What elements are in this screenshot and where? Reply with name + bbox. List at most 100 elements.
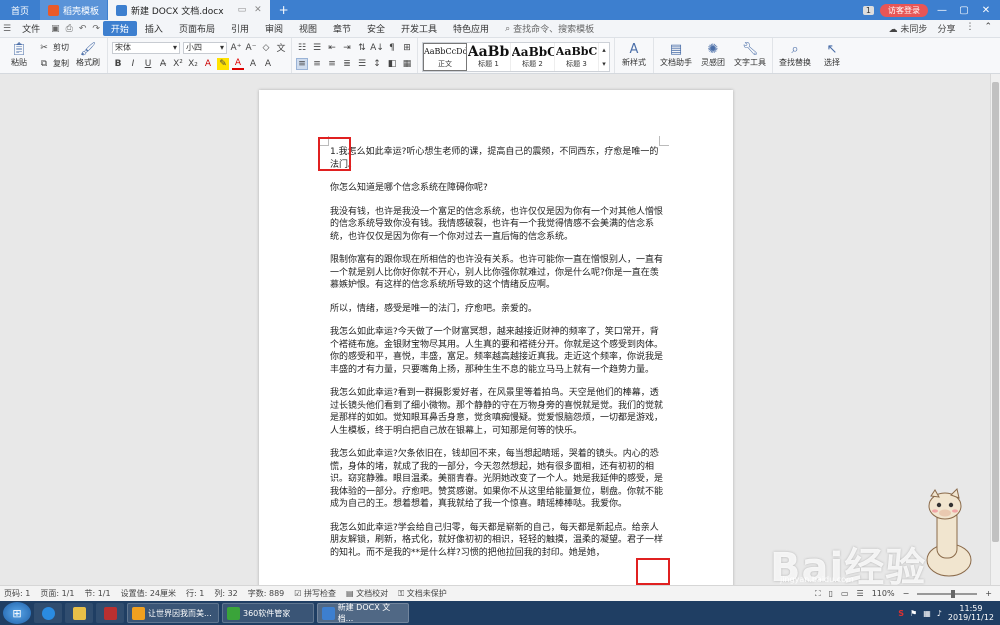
menu-view[interactable]: 视图 <box>291 22 325 35</box>
taskbar-app-wps[interactable]: 新建 DOCX 文档... <box>317 603 409 623</box>
status-page[interactable]: 页码: 1 <box>4 588 30 599</box>
print-icon[interactable]: ⎙ <box>63 24 76 34</box>
vertical-scrollbar[interactable] <box>990 74 1000 585</box>
taskbar-explorer[interactable] <box>65 603 93 623</box>
copy-button[interactable]: ⧉ 复制 <box>38 58 69 70</box>
style-heading-2[interactable]: AaBbC 标题 2 <box>511 43 555 71</box>
superscript-icon[interactable]: X² <box>172 58 184 70</box>
status-words[interactable]: 字数: 889 <box>248 588 285 599</box>
minimize-icon[interactable]: — <box>934 5 950 16</box>
menu-insert[interactable]: 插入 <box>137 22 171 35</box>
reading-mode-icon[interactable]: ⛶ <box>815 589 821 599</box>
inspiration-button[interactable]: ✺ 灵感团 <box>698 43 728 68</box>
undo-icon[interactable]: ↶ <box>76 24 90 34</box>
redo-icon[interactable]: ↷ <box>89 24 103 34</box>
text-tools-button[interactable]: 🔧︎ 文字工具 <box>732 43 768 68</box>
strikethrough-icon[interactable]: A̶ <box>157 58 169 70</box>
subscript-icon[interactable]: X₂ <box>187 58 199 70</box>
paragraph[interactable]: 我怎么如此幸运?看到一群摄影爱好者，在风景里等着拍鸟。天空是他们的棒幕，透过长镜… <box>330 387 663 437</box>
menu-reference[interactable]: 引用 <box>223 22 257 35</box>
char-shading-icon[interactable]: A <box>262 58 274 70</box>
text-effect-icon[interactable]: A <box>202 58 214 70</box>
doc-proof-button[interactable]: ▤ 文档校对 <box>346 588 388 599</box>
save-icon[interactable]: ▣ <box>48 24 63 34</box>
clear-format-icon[interactable]: ◇ <box>260 42 272 54</box>
menu-special[interactable]: 特色应用 <box>445 22 497 35</box>
menu-review[interactable]: 审阅 <box>257 22 291 35</box>
table-icon[interactable]: ⊞ <box>401 42 413 54</box>
tab-document[interactable]: 新建 DOCX 文档.docx ▭ ✕ <box>108 0 271 20</box>
font-size-select[interactable]: 小四 ▾ <box>183 41 227 54</box>
taskbar-ie[interactable] <box>34 603 62 623</box>
taskbar-app-360[interactable]: 360软件管家 <box>222 603 314 623</box>
decrease-indent-icon[interactable]: ⇤ <box>326 42 338 54</box>
style-normal[interactable]: AaBbCcDd 正文 <box>423 43 467 71</box>
paragraph[interactable]: 我怎么如此幸运?欠条依旧在，钱却回不来，每当想起睛瑶，哭着的镜头。内心的恐慌，身… <box>330 448 663 511</box>
font-color-icon[interactable]: A <box>232 58 244 70</box>
paste-button[interactable]: 📋︎ 粘贴 <box>4 43 34 68</box>
align-center-icon[interactable]: ≡ <box>311 58 323 70</box>
style-heading-1[interactable]: AaBb 标题 1 <box>467 43 511 71</box>
borders-icon[interactable]: ▦ <box>401 58 413 70</box>
underline-icon[interactable]: U <box>142 58 154 70</box>
document-body[interactable]: 1.我怎么如此幸运?听心想生老师的课，提高自己的震频，不同西东，疗愈是唯一的法门… <box>330 146 663 570</box>
menu-start[interactable]: 开始 <box>102 21 137 36</box>
menu-file[interactable]: 文件 <box>14 22 48 35</box>
highlight-icon[interactable]: ✎ <box>217 57 229 70</box>
justify-icon[interactable]: ≣ <box>341 58 353 70</box>
zoom-out-icon[interactable]: − <box>903 589 910 598</box>
align-right-icon[interactable]: ≡ <box>326 58 338 70</box>
ime-icon[interactable]: S <box>898 609 904 618</box>
font-name-select[interactable]: 宋体 ▾ <box>112 41 180 54</box>
show-marks-icon[interactable]: ¶ <box>386 42 398 54</box>
scrollbar-thumb[interactable] <box>992 82 999 542</box>
style-scroll[interactable]: ▴ ▾ <box>599 43 609 71</box>
zoom-in-icon[interactable]: + <box>985 589 992 598</box>
paragraph[interactable]: 限制你富有的跟你现在所相信的也许没有关系。也许可能你一直在憎恨别人，一直有一个就… <box>330 254 663 292</box>
maximize-icon[interactable]: ▢ <box>956 5 972 16</box>
bold-icon[interactable]: B <box>112 58 124 70</box>
hamburger-icon[interactable]: ☰ <box>0 24 14 34</box>
menu-chapter[interactable]: 章节 <box>325 22 359 35</box>
taskbar-pinned-app[interactable] <box>96 603 124 623</box>
menu-developer[interactable]: 开发工具 <box>393 22 445 35</box>
taskbar-app-browser[interactable]: 让世界因我而美... <box>127 603 219 623</box>
bullets-icon[interactable]: ☷ <box>296 42 308 54</box>
more-icon[interactable]: ⋮ <box>965 22 974 35</box>
start-button[interactable]: ⊞ <box>3 602 31 624</box>
zoom-level[interactable]: 110% <box>872 589 895 598</box>
text-direction-icon[interactable]: ⇅ <box>356 42 368 54</box>
doc-protect-button[interactable]: ⚿ 文档未保护 <box>398 588 447 599</box>
document-workspace[interactable]: 1.我怎么如此幸运?听心想生老师的课，提高自己的震频，不同西东，疗愈是唯一的法门… <box>0 74 1000 585</box>
paragraph[interactable]: 所以，情绪，感受是唯一的法门，疗愈吧。亲爱的。 <box>330 303 663 316</box>
sort-icon[interactable]: A↓ <box>370 42 384 54</box>
pinyin-icon[interactable]: 文 <box>275 42 287 54</box>
system-clock[interactable]: 11:59 2019/11/12 <box>948 604 994 622</box>
paragraph[interactable]: 我怎么如此幸运?学会给自己归零，每天都是崭新的自己，每天都是新起点。给亲人朋友解… <box>330 522 663 560</box>
grow-font-icon[interactable]: A⁺ <box>230 42 242 54</box>
tray-icon[interactable]: ⚑ <box>910 609 917 618</box>
sync-status[interactable]: ☁ 未同步 <box>889 22 928 35</box>
char-border-icon[interactable]: A <box>247 58 259 70</box>
paragraph[interactable]: 你怎么知道是哪个信念系统在障碍你呢? <box>330 182 663 195</box>
tab-home[interactable]: 首页 <box>0 0 40 20</box>
zoom-slider[interactable] <box>917 589 978 598</box>
share-button[interactable]: 分享 <box>937 22 955 35</box>
format-brush-button[interactable]: 🖌︎ 格式刷 <box>73 43 103 68</box>
page-view-icon[interactable]: ▯ <box>829 589 833 598</box>
cut-button[interactable]: ✂ 剪切 <box>38 42 69 54</box>
shrink-font-icon[interactable]: A⁻ <box>245 42 257 54</box>
new-style-button[interactable]: A 新样式 <box>619 43 649 68</box>
italic-icon[interactable]: I <box>127 58 139 70</box>
collapse-ribbon-icon[interactable]: ⌃ <box>984 22 992 35</box>
find-replace-button[interactable]: ⌕ 查找替换 <box>777 43 813 68</box>
menu-security[interactable]: 安全 <box>359 22 393 35</box>
align-left-icon[interactable]: ≡ <box>296 57 308 70</box>
style-heading-3[interactable]: AaBbC 标题 3 <box>555 43 599 71</box>
line-spacing-icon[interactable]: ↕ <box>371 58 383 70</box>
outline-view-icon[interactable]: ☰ <box>857 589 864 598</box>
increase-indent-icon[interactable]: ⇥ <box>341 42 353 54</box>
paragraph[interactable]: 我没有钱，也许是我没一个富足的信念系统，也许仅仅是因为你有一个对其他人憎恨的信念… <box>330 206 663 244</box>
tab-close-icon[interactable]: ✕ <box>254 5 262 15</box>
tab-monitor-icon[interactable]: ▭ <box>238 5 247 15</box>
